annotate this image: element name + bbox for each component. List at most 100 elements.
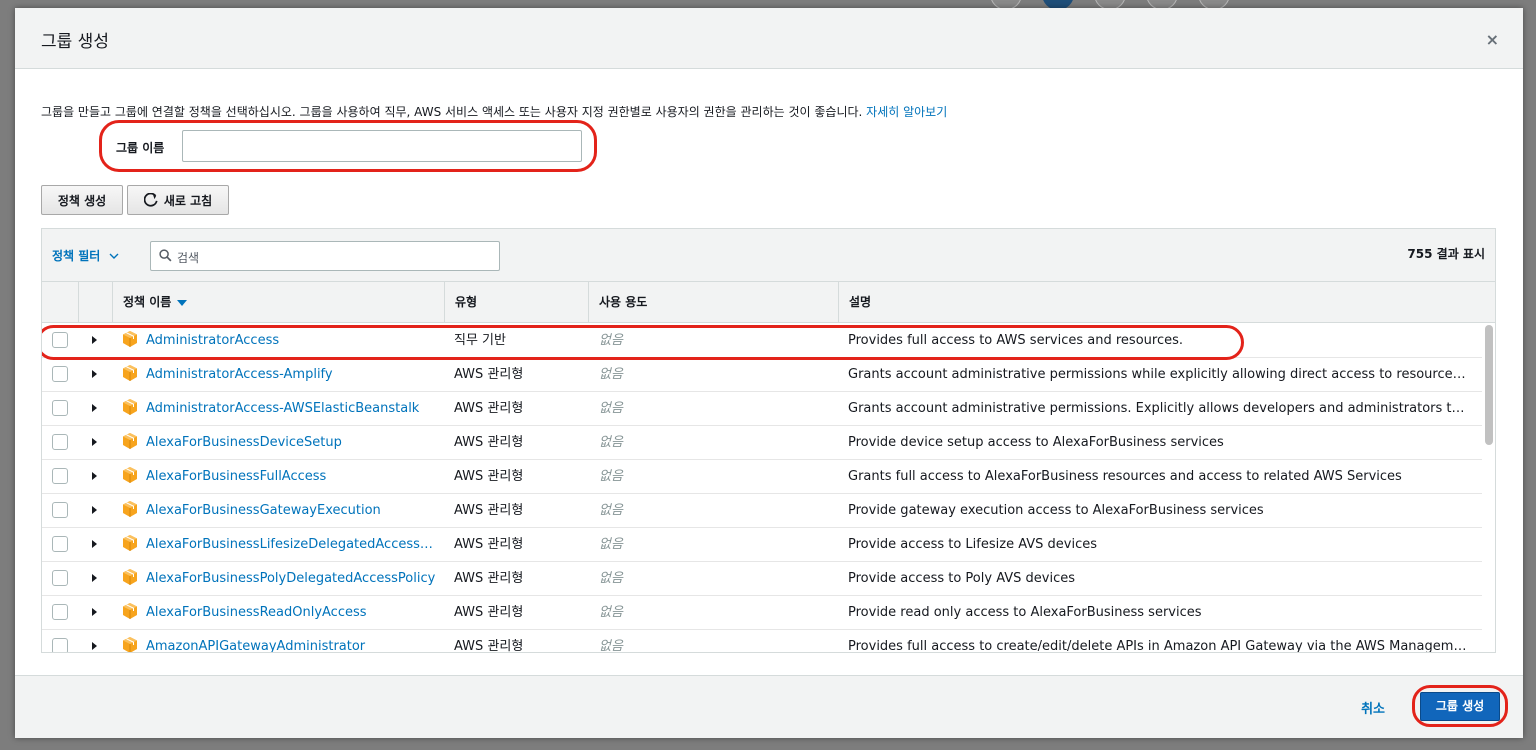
policy-name-link[interactable]: AlexaForBusinessLifesizeDelegatedAccessP… xyxy=(146,528,436,562)
policy-type: 직무 기반 xyxy=(454,333,506,348)
search-input[interactable]: 검색 xyxy=(150,241,500,271)
expand-caret-icon[interactable] xyxy=(92,574,97,582)
header-select-column xyxy=(42,282,78,323)
policy-name-link[interactable]: AmazonAPIGatewayAdministrator xyxy=(146,630,436,652)
learn-more-link[interactable]: 자세히 알아보기 xyxy=(866,105,947,119)
policy-usage: 없음 xyxy=(599,639,623,653)
modal-body: 그룹을 만들고 그룹에 연결할 정책을 선택하십시오. 그룹을 사용하여 직무,… xyxy=(15,69,1523,675)
row-checkbox[interactable] xyxy=(52,332,68,348)
table-row[interactable]: AmazonAPIGatewayAdministrator AWS 관리형 없음 Pr… xyxy=(42,630,1482,653)
table-row[interactable]: AdministratorAccess 직무 기반 없음 Provides full … xyxy=(42,324,1482,360)
table-scrollbar[interactable] xyxy=(1485,325,1493,445)
policy-type: AWS 관리형 xyxy=(454,401,524,416)
policy-name-link[interactable]: AlexaForBusinessDeviceSetup xyxy=(146,426,436,460)
policy-description: Grants account administrative permission… xyxy=(848,401,1472,416)
policy-description: Provide device setup access to AlexaForB… xyxy=(848,435,1224,450)
search-icon xyxy=(159,249,172,262)
table-toolbar: 정책 필터 검색 755 결과 표시 xyxy=(42,229,1495,282)
expand-caret-icon[interactable] xyxy=(92,642,97,650)
policy-usage: 없음 xyxy=(599,401,623,416)
package-icon xyxy=(123,399,137,415)
header-usage[interactable]: 사용 용도 xyxy=(588,282,838,323)
policy-type: AWS 관리형 xyxy=(454,503,524,518)
policy-description: Provide access to Poly AVS devices xyxy=(848,571,1076,586)
create-group-highlight: 그룹 생성 xyxy=(1412,685,1508,727)
table-row[interactable]: AlexaForBusinessDeviceSetup AWS 관리형 없음 Prov… xyxy=(42,426,1482,460)
expand-caret-icon[interactable] xyxy=(92,472,97,480)
package-icon xyxy=(123,433,137,449)
row-checkbox[interactable] xyxy=(52,604,68,620)
policy-description: Provide read only access to AlexaForBusi… xyxy=(848,605,1202,620)
table-row[interactable]: AdministratorAccess-Amplify AWS 관리형 없음 Gran… xyxy=(42,358,1482,392)
policy-type: AWS 관리형 xyxy=(454,469,524,484)
create-policy-button[interactable]: 정책 생성 xyxy=(41,185,123,215)
policy-usage: 없음 xyxy=(599,571,623,586)
modal-header: 그룹 생성 × xyxy=(15,8,1523,69)
table-header: 정책 이름 유형 사용 용도 설명 xyxy=(42,282,1495,323)
policy-type: AWS 관리형 xyxy=(454,639,524,653)
policy-table: 정책 필터 검색 755 결과 표시 정책 이름 유형 사용 용도 설명 Adm… xyxy=(41,228,1496,653)
policy-name-link[interactable]: AdministratorAccess-Amplify xyxy=(146,358,436,392)
policy-usage: 없음 xyxy=(599,367,623,382)
expand-caret-icon[interactable] xyxy=(92,336,97,344)
header-description[interactable]: 설명 xyxy=(838,282,1495,323)
policy-type: AWS 관리형 xyxy=(454,605,524,620)
row-checkbox[interactable] xyxy=(52,434,68,450)
policy-description: Provides full access to create/edit/dele… xyxy=(848,639,1472,653)
table-row[interactable]: AlexaForBusinessLifesizeDelegatedAccessP… xyxy=(42,528,1482,562)
close-icon[interactable]: × xyxy=(1486,30,1499,49)
package-icon xyxy=(123,535,137,551)
policy-name-link[interactable]: AlexaForBusinessPolyDelegatedAccessPolic… xyxy=(146,562,436,596)
policy-type: AWS 관리형 xyxy=(454,571,524,586)
refresh-button[interactable]: 새로 고침 xyxy=(127,185,229,215)
package-icon xyxy=(123,569,137,585)
create-group-button[interactable]: 그룹 생성 xyxy=(1420,692,1500,721)
cancel-button[interactable]: 취소 xyxy=(1361,698,1385,717)
table-body: AdministratorAccess 직무 기반 없음 Provides full … xyxy=(42,324,1482,653)
policy-name-link[interactable]: AlexaForBusinessGatewayExecution xyxy=(146,494,436,528)
row-checkbox[interactable] xyxy=(52,536,68,552)
table-row[interactable]: AlexaForBusinessPolyDelegatedAccessPolic… xyxy=(42,562,1482,596)
policy-filter-label: 정책 필터 xyxy=(52,249,101,263)
expand-caret-icon[interactable] xyxy=(92,540,97,548)
sort-descending-icon xyxy=(177,299,188,306)
package-icon xyxy=(123,331,137,347)
header-policy-name[interactable]: 정책 이름 xyxy=(112,282,444,323)
table-row[interactable]: AlexaForBusinessFullAccess AWS 관리형 없음 Grant… xyxy=(42,460,1482,494)
policy-usage: 없음 xyxy=(599,333,623,348)
policy-name-link[interactable]: AdministratorAccess-AWSElasticBeanstalk xyxy=(146,392,436,426)
row-checkbox[interactable] xyxy=(52,502,68,518)
row-checkbox[interactable] xyxy=(52,366,68,382)
expand-caret-icon[interactable] xyxy=(92,506,97,514)
policy-name-link[interactable]: AlexaForBusinessReadOnlyAccess xyxy=(146,596,436,630)
policy-filter-dropdown[interactable]: 정책 필터 xyxy=(52,247,119,264)
policy-type: AWS 관리형 xyxy=(454,435,524,450)
policy-name-link[interactable]: AlexaForBusinessFullAccess xyxy=(146,460,436,494)
create-group-modal: 그룹 생성 × 그룹을 만들고 그룹에 연결할 정책을 선택하십시오. 그룹을 … xyxy=(15,8,1523,738)
expand-caret-icon[interactable] xyxy=(92,370,97,378)
policy-usage: 없음 xyxy=(599,605,623,620)
intro-description: 그룹을 만들고 그룹에 연결할 정책을 선택하십시오. 그룹을 사용하여 직무,… xyxy=(41,105,863,119)
table-row[interactable]: AdministratorAccess-AWSElasticBeanstalk A… xyxy=(42,392,1482,426)
group-name-input[interactable] xyxy=(182,130,582,162)
search-placeholder: 검색 xyxy=(177,251,200,265)
policy-description: Grants full access to AlexaForBusiness r… xyxy=(848,469,1402,484)
expand-caret-icon[interactable] xyxy=(92,608,97,616)
policy-description: Provide gateway execution access to Alex… xyxy=(848,503,1264,518)
table-row[interactable]: AlexaForBusinessGatewayExecution AWS 관리형 없… xyxy=(42,494,1482,528)
row-checkbox[interactable] xyxy=(52,638,68,652)
row-checkbox[interactable] xyxy=(52,468,68,484)
expand-caret-icon[interactable] xyxy=(92,438,97,446)
policy-usage: 없음 xyxy=(599,503,623,518)
expand-caret-icon[interactable] xyxy=(92,404,97,412)
policy-name-link[interactable]: AdministratorAccess xyxy=(146,324,436,358)
package-icon xyxy=(123,467,137,483)
policy-type: AWS 관리형 xyxy=(454,537,524,552)
row-checkbox[interactable] xyxy=(52,400,68,416)
refresh-icon xyxy=(143,193,158,207)
package-icon xyxy=(123,365,137,381)
row-checkbox[interactable] xyxy=(52,570,68,586)
table-row[interactable]: AlexaForBusinessReadOnlyAccess AWS 관리형 없음 P… xyxy=(42,596,1482,630)
header-type[interactable]: 유형 xyxy=(444,282,588,323)
group-name-label: 그룹 이름 xyxy=(116,141,165,155)
